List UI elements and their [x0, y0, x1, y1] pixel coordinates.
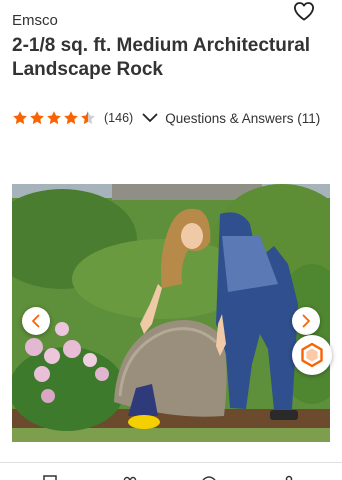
star-icon	[64, 111, 78, 125]
360-view-icon	[301, 342, 323, 368]
star-icon	[47, 111, 61, 125]
chevron-left-icon	[32, 314, 40, 328]
half-star-icon	[81, 111, 95, 125]
heart-icon[interactable]	[293, 1, 315, 21]
spin-view-button[interactable]	[292, 335, 332, 375]
bottom-navigation	[0, 462, 342, 480]
previous-image-button[interactable]	[22, 307, 50, 335]
next-image-button[interactable]	[292, 307, 320, 335]
rating-row: (146) Questions & Answers (11)	[12, 108, 320, 128]
product-title: 2-1/8 sq. ft. Medium Architectural Lands…	[12, 35, 311, 80]
brand-name[interactable]: Emsco	[12, 12, 58, 30]
star-icon	[13, 111, 27, 125]
chevron-right-icon	[302, 314, 310, 328]
store-icon[interactable]	[42, 474, 58, 480]
review-count[interactable]: (146)	[104, 111, 133, 125]
image-gallery	[0, 150, 342, 457]
chevron-down-icon[interactable]	[142, 112, 158, 124]
star-icon	[30, 111, 44, 125]
cart-icon[interactable]	[201, 474, 217, 480]
questions-answers-link[interactable]: Questions & Answers (11)	[165, 111, 320, 126]
account-icon[interactable]	[122, 474, 138, 480]
menu-icon[interactable]	[281, 474, 297, 480]
product-page: Emsco 2-1/8 sq. ft. Medium Architectural…	[0, 0, 342, 480]
star-rating[interactable]	[12, 110, 97, 126]
product-photo[interactable]	[12, 184, 330, 442]
